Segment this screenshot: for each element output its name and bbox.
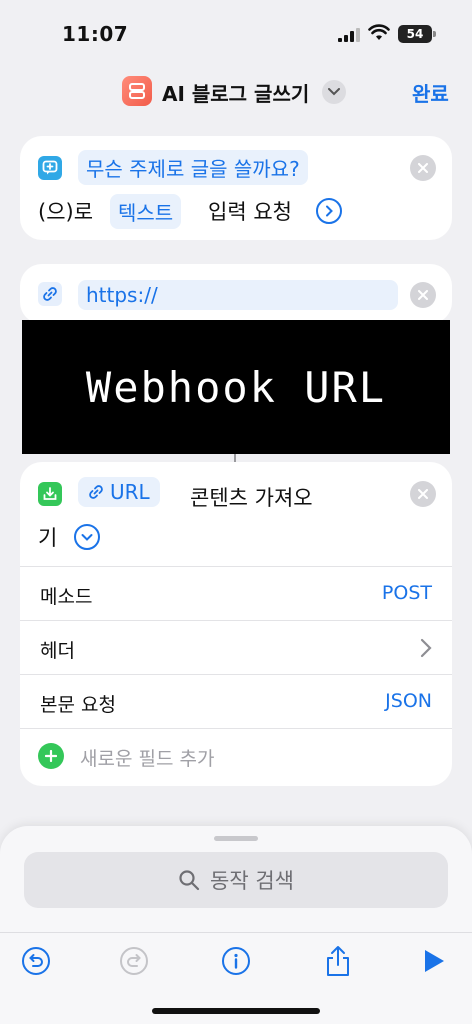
remove-action-button[interactable]	[410, 155, 436, 181]
expand-action-button[interactable]	[316, 198, 342, 224]
download-action-icon	[38, 482, 62, 506]
play-icon	[425, 950, 444, 972]
action-search-sheet: 동작 검색	[0, 826, 472, 1024]
shortcut-app-icon[interactable]	[122, 76, 152, 106]
share-button[interactable]	[322, 945, 354, 977]
run-button[interactable]	[418, 945, 450, 977]
remove-action-button[interactable]	[410, 282, 436, 308]
method-value[interactable]: POST	[382, 582, 432, 604]
chevron-down-icon	[81, 534, 93, 541]
link-icon	[89, 485, 103, 499]
layers-icon	[129, 83, 145, 99]
info-icon	[222, 947, 250, 975]
request-body-row[interactable]: 본문 요청 JSON	[20, 674, 452, 728]
suffix-text: (으)로	[38, 200, 94, 224]
chevron-right-icon	[420, 638, 432, 658]
chat-bubble-plus-icon	[42, 160, 58, 175]
plus-icon	[45, 750, 57, 762]
shortcut-title[interactable]: AI 블로그 글쓰기	[162, 78, 309, 107]
undo-icon	[22, 947, 50, 975]
cellular-signal-icon	[338, 28, 360, 42]
url-action-icon	[38, 282, 62, 306]
link-icon	[43, 287, 57, 301]
sheet-grabber[interactable]	[214, 836, 258, 841]
close-icon	[418, 290, 428, 300]
action-title-line2: 기	[38, 526, 58, 550]
remove-action-button[interactable]	[410, 481, 436, 507]
url-action[interactable]: https://	[20, 264, 452, 324]
battery-indicator: 54	[398, 25, 432, 43]
close-icon	[418, 163, 428, 173]
chevron-down-icon	[328, 88, 340, 96]
close-icon	[418, 489, 428, 499]
bottom-toolbar	[0, 932, 472, 992]
action-connector	[234, 454, 236, 462]
add-icon	[38, 743, 64, 769]
done-button[interactable]: 완료	[412, 78, 449, 107]
redo-icon	[120, 947, 148, 975]
title-menu-button[interactable]	[322, 80, 346, 104]
undo-button[interactable]	[20, 945, 52, 977]
prompt-token[interactable]: 무슨 주제로 글을 쓸까요?	[78, 150, 308, 185]
redo-button[interactable]	[118, 945, 150, 977]
method-row[interactable]: 메소드 POST	[20, 566, 452, 620]
wifi-icon	[368, 24, 390, 40]
request-body-label: 본문 요청	[40, 694, 116, 716]
ask-for-input-action[interactable]: 무슨 주제로 글을 쓸까요? (으)로 텍스트 입력 요청	[20, 136, 452, 240]
request-body-value[interactable]: JSON	[385, 690, 432, 712]
share-icon	[327, 946, 349, 976]
url-token[interactable]: https://	[78, 280, 398, 310]
status-bar: 11:07 54	[0, 0, 472, 66]
home-indicator	[152, 1008, 320, 1014]
search-placeholder: 동작 검색	[210, 869, 294, 893]
ask-input-icon	[38, 156, 62, 180]
webhook-url-overlay: Webhook URL	[22, 320, 450, 454]
headers-label: 헤더	[40, 640, 75, 662]
add-field-row[interactable]: 새로운 필드 추가	[20, 728, 452, 782]
get-contents-of-url-action[interactable]: URL 콘텐츠 가져오 기 메소드 POST 헤더 본문 요청 JSON 새로운…	[20, 462, 452, 786]
battery-cap	[433, 31, 436, 37]
input-type-token[interactable]: 텍스트	[110, 194, 182, 229]
action-text: 입력 요청	[208, 200, 292, 224]
search-actions-field[interactable]: 동작 검색	[24, 852, 448, 908]
overlay-text: Webhook URL	[85, 362, 387, 412]
status-time: 11:07	[62, 22, 129, 46]
method-label: 메소드	[40, 586, 93, 608]
info-button[interactable]	[220, 945, 252, 977]
headers-row[interactable]: 헤더	[20, 620, 452, 674]
url-variable-label: URL	[110, 480, 150, 504]
chevron-right-icon	[326, 205, 333, 217]
collapse-options-button[interactable]	[74, 524, 100, 550]
search-icon	[179, 870, 200, 891]
nav-bar: AI 블로그 글쓰기 완료	[0, 66, 472, 116]
url-variable-token[interactable]: URL	[78, 477, 160, 507]
action-title-line1: 콘텐츠 가져오	[190, 486, 313, 510]
add-field-label: 새로운 필드 추가	[80, 748, 215, 770]
download-icon	[43, 487, 57, 500]
